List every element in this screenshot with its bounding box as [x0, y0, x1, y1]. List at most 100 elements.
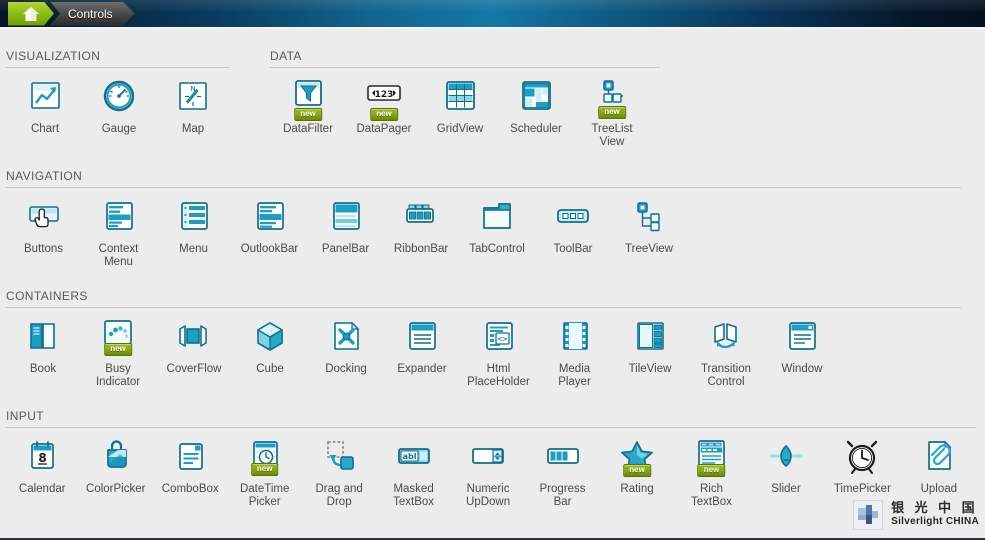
calendar-day-number: 8 — [39, 451, 47, 465]
tile-datapager[interactable]: 123 new DataPager — [346, 68, 422, 136]
tile-label: TileView — [628, 363, 672, 375]
tile-rating[interactable]: new Rating — [600, 428, 674, 496]
tile-colorpicker[interactable]: ColorPicker — [79, 428, 153, 496]
panelbar-icon — [324, 196, 368, 238]
watermark-cn: 银 光 中 国 — [891, 501, 978, 516]
tile-chart[interactable]: Chart — [8, 68, 82, 136]
tile-progressbar[interactable]: Progress Bar — [525, 428, 599, 509]
tile-book[interactable]: Book — [6, 308, 80, 376]
outlookbar-icon — [248, 196, 292, 238]
tile-transitioncontrol[interactable]: Transition Control — [688, 308, 764, 389]
rating-icon: new — [615, 436, 659, 478]
tile-ribbonbar[interactable]: RibbonBar — [383, 188, 459, 256]
tile-label: PanelBar — [321, 243, 370, 255]
new-badge: new — [598, 106, 626, 119]
house-icon — [22, 6, 40, 22]
tile-label: Context Menu — [98, 243, 139, 268]
tile-label: Rich TextBox — [691, 483, 732, 508]
tile-numericupdown[interactable]: Numeric UpDown — [451, 428, 525, 509]
new-badge: new — [697, 464, 726, 477]
tile-treeview[interactable]: TreeView — [611, 188, 687, 256]
tile-timepicker[interactable]: TimePicker — [823, 428, 901, 496]
tile-gridview[interactable]: GridView — [422, 68, 498, 136]
menu-icon — [172, 196, 216, 238]
tile-tileview[interactable]: TileView — [612, 308, 688, 376]
tile-htmlplaceholder[interactable]: <> Html PlaceHolder — [460, 308, 537, 389]
tile-label: Busy Indicator — [95, 363, 141, 388]
tile-docking[interactable]: Docking — [308, 308, 384, 376]
new-badge: new — [294, 108, 322, 121]
svg-text:<>: <> — [497, 335, 507, 344]
tile-label: Book — [29, 363, 57, 375]
watermark: 银 光 中 国 Silverlight CHINA — [853, 500, 979, 530]
tile-gauge[interactable]: Gauge — [82, 68, 156, 136]
tile-maskedtextbox[interactable]: abl Masked TextBox — [376, 428, 450, 509]
tabcontrol-icon — [475, 196, 519, 238]
tile-label: Rating — [620, 483, 654, 495]
tile-label: Cube — [256, 363, 284, 375]
tile-label: Map — [181, 123, 205, 135]
numericupdown-icon — [466, 436, 510, 478]
tile-cube[interactable]: Cube — [232, 308, 308, 376]
breadcrumb-item-controls[interactable]: Controls — [50, 2, 135, 26]
new-badge: new — [623, 464, 651, 477]
tile-toolbar[interactable]: ToolBar — [535, 188, 611, 256]
tile-buttons[interactable]: Buttons — [6, 188, 81, 256]
section-items: new DataFilter 123 new DataPager GridVie… — [270, 68, 660, 149]
new-badge: new — [250, 463, 279, 476]
tile-label: TimePicker — [833, 483, 891, 495]
tile-label: Scheduler — [510, 123, 562, 135]
colorpicker-icon — [94, 436, 138, 478]
tile-upload[interactable]: Upload — [902, 428, 976, 496]
tile-scheduler[interactable]: Scheduler — [498, 68, 574, 136]
tile-expander[interactable]: Expander — [384, 308, 460, 376]
tile-label: DataFilter — [283, 123, 333, 135]
section-title: DATA — [270, 49, 302, 63]
tile-datafilter[interactable]: new DataFilter — [270, 68, 346, 136]
section-title: NAVIGATION — [6, 169, 83, 183]
section-containers: CONTAINERS Book new Busy Indicator Cover… — [6, 289, 961, 389]
tile-datetimepicker[interactable]: new DateTime Picker — [227, 428, 301, 509]
expander-icon — [400, 316, 444, 358]
progressbar-icon — [541, 436, 585, 478]
tile-map[interactable]: N Map — [156, 68, 230, 136]
tile-slider[interactable]: Slider — [749, 428, 823, 496]
tile-contextmenu[interactable]: Context Menu — [81, 188, 156, 269]
tile-combobox[interactable]: ComboBox — [153, 428, 227, 496]
tile-label: RibbonBar — [393, 243, 449, 255]
tile-label: GridView — [436, 123, 484, 135]
tile-window[interactable]: Window — [764, 308, 840, 376]
tile-mediaplayer[interactable]: Media Player — [537, 308, 612, 389]
datapager-icon: 123 new — [362, 76, 406, 121]
tile-label: DataPager — [356, 123, 412, 135]
tile-tabcontrol[interactable]: TabControl — [459, 188, 535, 256]
tile-coverflow[interactable]: CoverFlow — [156, 308, 232, 376]
tile-label: Gauge — [101, 123, 137, 135]
tile-label: Media Player — [558, 363, 591, 388]
transitioncontrol-icon — [704, 316, 748, 358]
tile-label: CoverFlow — [166, 363, 222, 375]
tile-label: Chart — [30, 123, 60, 135]
tile-label: Html PlaceHolder — [467, 363, 530, 388]
tile-outlookbar[interactable]: OutlookBar — [231, 188, 308, 256]
new-badge: new — [370, 108, 398, 121]
tile-label: Calendar — [18, 483, 66, 495]
tile-treelistview[interactable]: new TreeList View — [574, 68, 650, 149]
calendar-icon: 8 — [20, 436, 64, 478]
docking-icon — [324, 316, 368, 358]
section-items: Buttons Context Menu Menu OutlookBar Pan… — [6, 188, 961, 269]
contextmenu-icon — [97, 196, 141, 238]
watermark-text: 银 光 中 国 Silverlight CHINA — [891, 502, 979, 528]
tile-richtextbox[interactable]: new Rich TextBox — [674, 428, 748, 509]
ribbonbar-icon — [399, 196, 443, 238]
breadcrumb-home-button[interactable] — [8, 1, 54, 26]
tile-panelbar[interactable]: PanelBar — [308, 188, 383, 256]
tile-calendar[interactable]: 8 Calendar — [6, 428, 79, 496]
timepicker-icon — [840, 436, 884, 478]
section-visualization: VISUALIZATION Chart Gauge N Map — [6, 49, 230, 136]
tile-menu[interactable]: Menu — [156, 188, 231, 256]
tile-draganddrop[interactable]: Drag and Drop — [302, 428, 376, 509]
tile-busyindicator[interactable]: new Busy Indicator — [80, 308, 156, 389]
tile-label: Menu — [179, 243, 208, 255]
breadcrumb: Controls — [8, 0, 135, 27]
